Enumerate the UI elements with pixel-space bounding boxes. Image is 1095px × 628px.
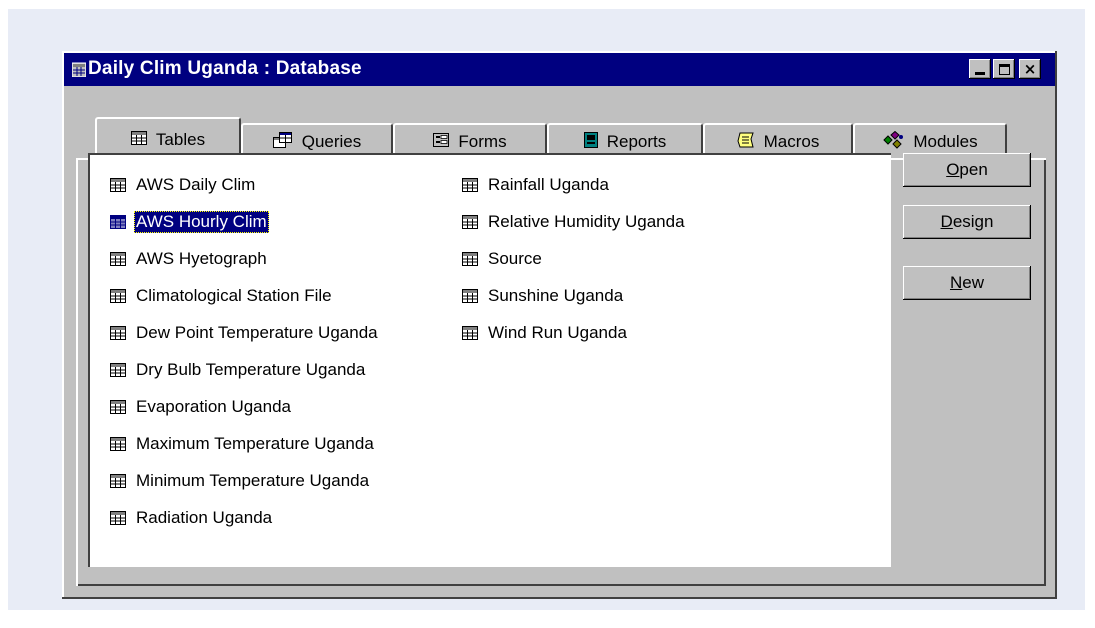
list-item-label: Wind Run Uganda [488, 322, 627, 342]
list-item[interactable]: Climatological Station File [110, 277, 380, 314]
list-item[interactable]: AWS Daily Clim [110, 166, 380, 203]
table-icon [130, 130, 147, 150]
object-list[interactable]: AWS Daily Clim AWS Hourly Clim AWS Hyeto… [88, 153, 891, 567]
new-label: ew [962, 273, 984, 292]
close-icon: × [1023, 60, 1037, 78]
list-item[interactable]: Relative Humidity Uganda [462, 203, 687, 240]
list-item-label: Source [488, 248, 542, 268]
table-icon [462, 214, 478, 229]
list-item[interactable]: Dew Point Temperature Uganda [110, 314, 380, 351]
list-item-label: AWS Daily Clim [136, 174, 256, 194]
design-button[interactable]: Design [903, 205, 1031, 239]
list-item-label: Minimum Temperature Uganda [136, 470, 370, 490]
table-icon [110, 362, 126, 377]
title-bar[interactable]: Daily Clim Uganda : Database × [64, 53, 1055, 86]
module-icon [882, 130, 904, 154]
list-item-label: Rainfall Uganda [488, 174, 609, 194]
list-item[interactable]: Evaporation Uganda [110, 388, 380, 425]
list-item[interactable]: Source [462, 240, 687, 277]
form-icon [433, 132, 450, 152]
table-icon [110, 510, 126, 525]
list-item[interactable]: Wind Run Uganda [462, 314, 687, 351]
tab-label: Modules [913, 132, 978, 151]
tab-label: Macros [763, 132, 820, 151]
list-item-label: Radiation Uganda [136, 507, 273, 527]
close-button[interactable]: × [1019, 59, 1041, 79]
minimize-button[interactable] [969, 59, 991, 79]
open-button[interactable]: Open [903, 153, 1031, 187]
tab-label: Tables [155, 130, 206, 149]
object-list-column-1: AWS Daily Clim AWS Hourly Clim AWS Hyeto… [110, 166, 380, 536]
object-list-column-2: Rainfall Uganda Relative Humidity Uganda… [462, 166, 687, 351]
window-title: Daily Clim Uganda : Database [88, 58, 362, 79]
new-button[interactable]: New [903, 266, 1031, 300]
database-icon [71, 61, 87, 82]
list-item[interactable]: Minimum Temperature Uganda [110, 462, 380, 499]
table-icon [110, 177, 126, 192]
table-icon [110, 325, 126, 340]
table-icon [462, 251, 478, 266]
tab-label: Forms [458, 132, 507, 151]
table-icon [462, 325, 478, 340]
table-icon [462, 177, 478, 192]
maximize-button[interactable] [993, 59, 1015, 79]
list-item[interactable]: Dry Bulb Temperature Uganda [110, 351, 380, 388]
list-item-label: Relative Humidity Uganda [488, 211, 685, 231]
list-item-label: Dry Bulb Temperature Uganda [136, 359, 366, 379]
table-icon [462, 288, 478, 303]
tab-label: Reports [606, 132, 667, 151]
list-item-label: Maximum Temperature Uganda [136, 433, 374, 453]
new-mnemonic: N [949, 273, 963, 292]
report-icon [583, 131, 598, 153]
table-icon [110, 288, 126, 303]
query-icon [272, 131, 293, 153]
list-item[interactable]: Sunshine Uganda [462, 277, 687, 314]
list-item[interactable]: AWS Hyetograph [110, 240, 380, 277]
list-item-label: AWS Hyetograph [136, 248, 267, 268]
list-item[interactable]: Rainfall Uganda [462, 166, 687, 203]
design-label: esign [952, 212, 994, 231]
tab-label: Queries [301, 132, 362, 151]
list-item-label: Evaporation Uganda [136, 396, 292, 416]
table-icon [110, 436, 126, 451]
table-icon [110, 251, 126, 266]
open-label: pen [959, 160, 988, 179]
database-window: Daily Clim Uganda : Database × Tables Qu… [62, 51, 1057, 599]
list-item-selected[interactable]: AWS Hourly Clim [110, 203, 380, 240]
list-item-label: Climatological Station File [136, 285, 332, 305]
macro-icon [737, 132, 755, 153]
maximize-icon [998, 63, 1010, 75]
list-item[interactable]: Radiation Uganda [110, 499, 380, 536]
list-item[interactable]: Maximum Temperature Uganda [110, 425, 380, 462]
table-icon [110, 214, 126, 229]
table-icon [110, 399, 126, 414]
list-item-label: AWS Hourly Clim [134, 210, 269, 233]
open-mnemonic: O [946, 160, 960, 179]
minimize-icon [975, 72, 985, 75]
table-icon [110, 473, 126, 488]
design-mnemonic: D [940, 212, 953, 231]
list-item-label: Sunshine Uganda [488, 285, 624, 305]
list-item-label: Dew Point Temperature Uganda [136, 322, 378, 342]
